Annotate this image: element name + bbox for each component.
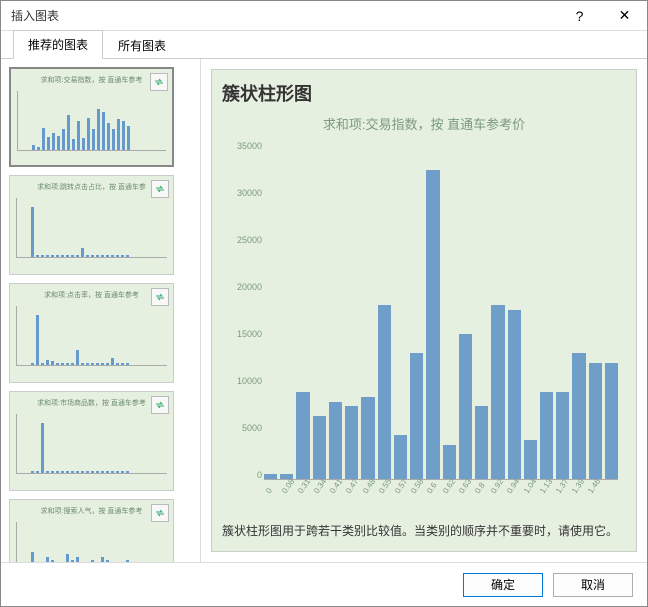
thumbnail-title: 求和项:点击率，按 直通车参考 [16, 290, 167, 300]
chart-description: 簇状柱形图用于跨若干类别比较值。当类别的顺序并不重要时，请使用它。 [222, 522, 626, 541]
y-tick: 15000 [222, 329, 262, 339]
chart-bars [264, 141, 618, 480]
data-bar [524, 440, 537, 479]
dialog-footer: 确定 取消 [1, 562, 647, 606]
data-bar [329, 402, 342, 479]
y-tick: 25000 [222, 235, 262, 245]
swap-icon[interactable] [151, 288, 169, 306]
tab-bar: 推荐的图表 所有图表 [1, 31, 647, 59]
ok-button[interactable]: 确定 [463, 573, 543, 597]
thumbnail-title: 求和项:市场商品数，按 直通车参考 [16, 398, 167, 408]
data-bar [345, 406, 358, 478]
data-bar [605, 363, 618, 479]
thumbnail-list[interactable]: 求和项:交易指数，按 直通车参考 求和项:跳转点击占比，按 直通车参 求和项:点… [1, 59, 201, 562]
chart-thumbnail[interactable]: 求和项:搜索人气，按 直通车参考 [9, 499, 174, 562]
data-bar [508, 310, 521, 479]
y-tick: 30000 [222, 188, 262, 198]
y-tick: 5000 [222, 423, 262, 433]
data-bar [475, 406, 488, 478]
data-bar [426, 170, 439, 479]
swap-icon[interactable] [151, 504, 169, 522]
cancel-button[interactable]: 取消 [553, 573, 633, 597]
y-axis: 0 5000 10000 15000 20000 25000 30000 35000 [222, 141, 262, 480]
data-bar [459, 334, 472, 479]
chart-preview: 簇状柱形图 求和项:交易指数，按 直通车参考价 0 5000 10000 15000 2… [211, 69, 637, 552]
thumbnail-chart [16, 306, 167, 366]
thumbnail-title: 求和项:搜索人气，按 直通车参考 [16, 506, 167, 516]
thumbnail-chart [17, 91, 166, 151]
close-button[interactable]: ✕ [602, 1, 647, 31]
data-bar [394, 435, 407, 478]
tab-recommended[interactable]: 推荐的图表 [13, 30, 103, 59]
chart-thumbnail[interactable]: 求和项:跳转点击占比，按 直通车参 [9, 175, 174, 275]
preview-pane: 簇状柱形图 求和项:交易指数，按 直通车参考价 0 5000 10000 15000 2… [201, 59, 647, 562]
chart-thumbnail[interactable]: 求和项:交易指数，按 直通车参考 [9, 67, 174, 167]
chart-thumbnail[interactable]: 求和项:市场商品数，按 直通车参考 [9, 391, 174, 491]
y-tick: 35000 [222, 141, 262, 151]
data-bar [378, 305, 391, 479]
data-bar [556, 392, 569, 479]
chart-type-heading: 簇状柱形图 [222, 80, 626, 106]
y-tick: 20000 [222, 282, 262, 292]
chart-title: 求和项:交易指数，按 直通车参考价 [222, 114, 626, 133]
tab-all[interactable]: 所有图表 [103, 31, 181, 59]
thumbnail-chart [16, 198, 167, 258]
thumbnail-chart [16, 522, 167, 562]
thumbnail-title: 求和项:跳转点击占比，按 直通车参 [16, 182, 167, 192]
data-bar [410, 353, 423, 478]
swap-icon[interactable] [151, 180, 169, 198]
data-bar [443, 445, 456, 479]
y-tick: 0 [222, 470, 262, 480]
data-bar [313, 416, 326, 479]
data-bar [361, 397, 374, 479]
preview-chart: 0 5000 10000 15000 20000 25000 30000 35000 00.0… [222, 141, 626, 512]
data-bar [491, 305, 504, 479]
swap-icon[interactable] [150, 73, 168, 91]
chart-thumbnail[interactable]: 求和项:点击率，按 直通车参考 [9, 283, 174, 383]
content-area: 求和项:交易指数，按 直通车参考 求和项:跳转点击占比，按 直通车参 求和项:点… [1, 59, 647, 562]
x-axis: 00.080.310.340.410.470.480.550.570.580.6… [264, 482, 618, 512]
data-bar [296, 392, 309, 479]
y-tick: 10000 [222, 376, 262, 386]
swap-icon[interactable] [151, 396, 169, 414]
data-bar [589, 363, 602, 479]
data-bar [540, 392, 553, 479]
thumbnail-title: 求和项:交易指数，按 直通车参考 [17, 75, 166, 85]
help-button[interactable]: ? [557, 1, 602, 31]
titlebar: 插入图表 ? ✕ [1, 1, 647, 31]
data-bar [572, 353, 585, 478]
insert-chart-dialog: 插入图表 ? ✕ 推荐的图表 所有图表 求和项:交易指数，按 直通车参考 求和项… [0, 0, 648, 607]
thumbnail-chart [16, 414, 167, 474]
window-title: 插入图表 [11, 7, 557, 24]
